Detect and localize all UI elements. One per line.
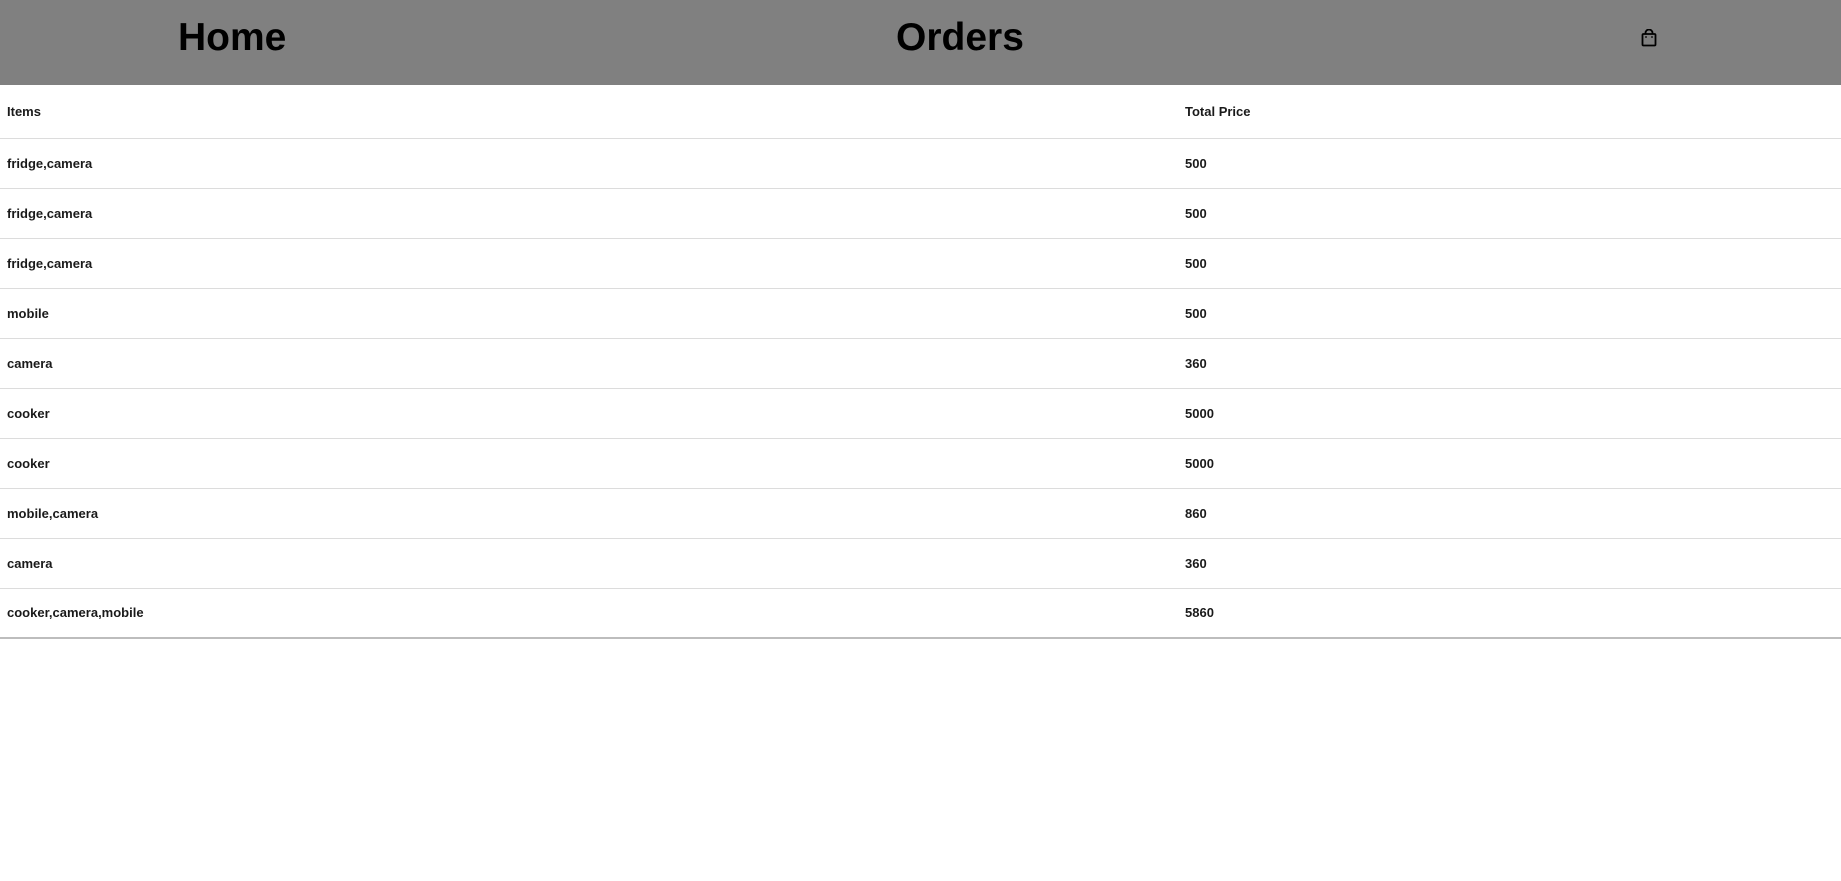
order-items-cell: mobile [0, 288, 1178, 339]
order-total-price-cell: 5860 [1178, 588, 1841, 639]
order-total-price-cell: 360 [1178, 338, 1841, 389]
order-items-cell: fridge,camera [0, 238, 1178, 289]
order-items-cell: cooker [0, 438, 1178, 489]
table-row: fridge,camera 500 [0, 238, 1841, 289]
items-column-header: Items [0, 85, 1178, 139]
table-row: mobile 500 [0, 288, 1841, 339]
order-total-price-cell: 5000 [1178, 438, 1841, 489]
order-items-cell: fridge,camera [0, 188, 1178, 239]
table-row: fridge,camera 500 [0, 188, 1841, 239]
order-items-cell: fridge,camera [0, 138, 1178, 189]
order-total-price-cell: 500 [1178, 138, 1841, 189]
order-total-price-cell: 5000 [1178, 388, 1841, 439]
table-row: camera 360 [0, 338, 1841, 389]
nav-orders-link[interactable]: Orders [896, 0, 1024, 76]
table-row: cooker 5000 [0, 388, 1841, 439]
nav-home-link[interactable]: Home [178, 0, 286, 76]
shopping-bag-icon [1641, 29, 1657, 47]
order-items-cell: cooker,camera,mobile [0, 588, 1178, 639]
order-total-price-cell: 500 [1178, 238, 1841, 289]
order-items-cell: cooker [0, 388, 1178, 439]
order-total-price-cell: 360 [1178, 538, 1841, 589]
top-navbar: Home Orders [0, 0, 1841, 85]
table-row: mobile,camera 860 [0, 488, 1841, 539]
order-total-price-cell: 500 [1178, 188, 1841, 239]
table-header-row: Items Total Price [0, 85, 1841, 139]
table-row: cooker,camera,mobile 5860 [0, 588, 1841, 639]
table-row: fridge,camera 500 [0, 138, 1841, 189]
cart-button[interactable] [1638, 26, 1660, 50]
orders-table: Items Total Price fridge,camera 500 frid… [0, 85, 1841, 639]
order-total-price-cell: 500 [1178, 288, 1841, 339]
table-row: cooker 5000 [0, 438, 1841, 489]
order-items-cell: camera [0, 338, 1178, 389]
order-total-price-cell: 860 [1178, 488, 1841, 539]
order-items-cell: camera [0, 538, 1178, 589]
table-row: camera 360 [0, 538, 1841, 589]
order-items-cell: mobile,camera [0, 488, 1178, 539]
total-price-column-header: Total Price [1178, 85, 1841, 139]
